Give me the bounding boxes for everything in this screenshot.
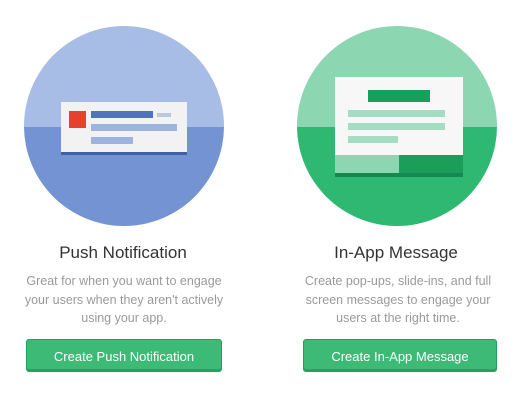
in-app-message-mock [335,77,463,177]
push-notification-mock [61,102,187,155]
modal-text-line [348,123,445,130]
push-notification-card: Push Notification Great for when you wan… [0,0,264,402]
notification-title-bar [91,111,153,118]
message-type-chooser: Push Notification Great for when you wan… [0,0,529,402]
in-app-message-description: Create pop-ups, slide-ins, and full scre… [304,274,492,325]
push-notification-illustration [0,0,264,240]
push-circle [24,26,224,226]
modal-text-line [348,110,445,117]
push-notification-title: Push Notification [59,243,187,262]
in-app-message-title: In-App Message [334,243,458,262]
in-app-message-card: In-App Message Create pop-ups, slide-ins… [264,0,528,402]
modal-header-bar [368,90,430,102]
create-in-app-message-button[interactable]: Create In-App Message [303,339,497,372]
inapp-circle [297,26,497,226]
create-push-notification-button[interactable]: Create Push Notification [26,339,222,372]
notification-time-bar [157,113,171,117]
app-icon [69,111,86,128]
notification-text-bar-short [91,137,133,144]
modal-text-line-short [348,136,398,143]
modal-secondary-button [335,155,399,173]
modal-primary-button [399,155,463,173]
push-notification-description: Great for when you want to engage your u… [24,274,224,325]
notification-text-bar [91,124,177,131]
in-app-message-illustration [264,0,528,240]
